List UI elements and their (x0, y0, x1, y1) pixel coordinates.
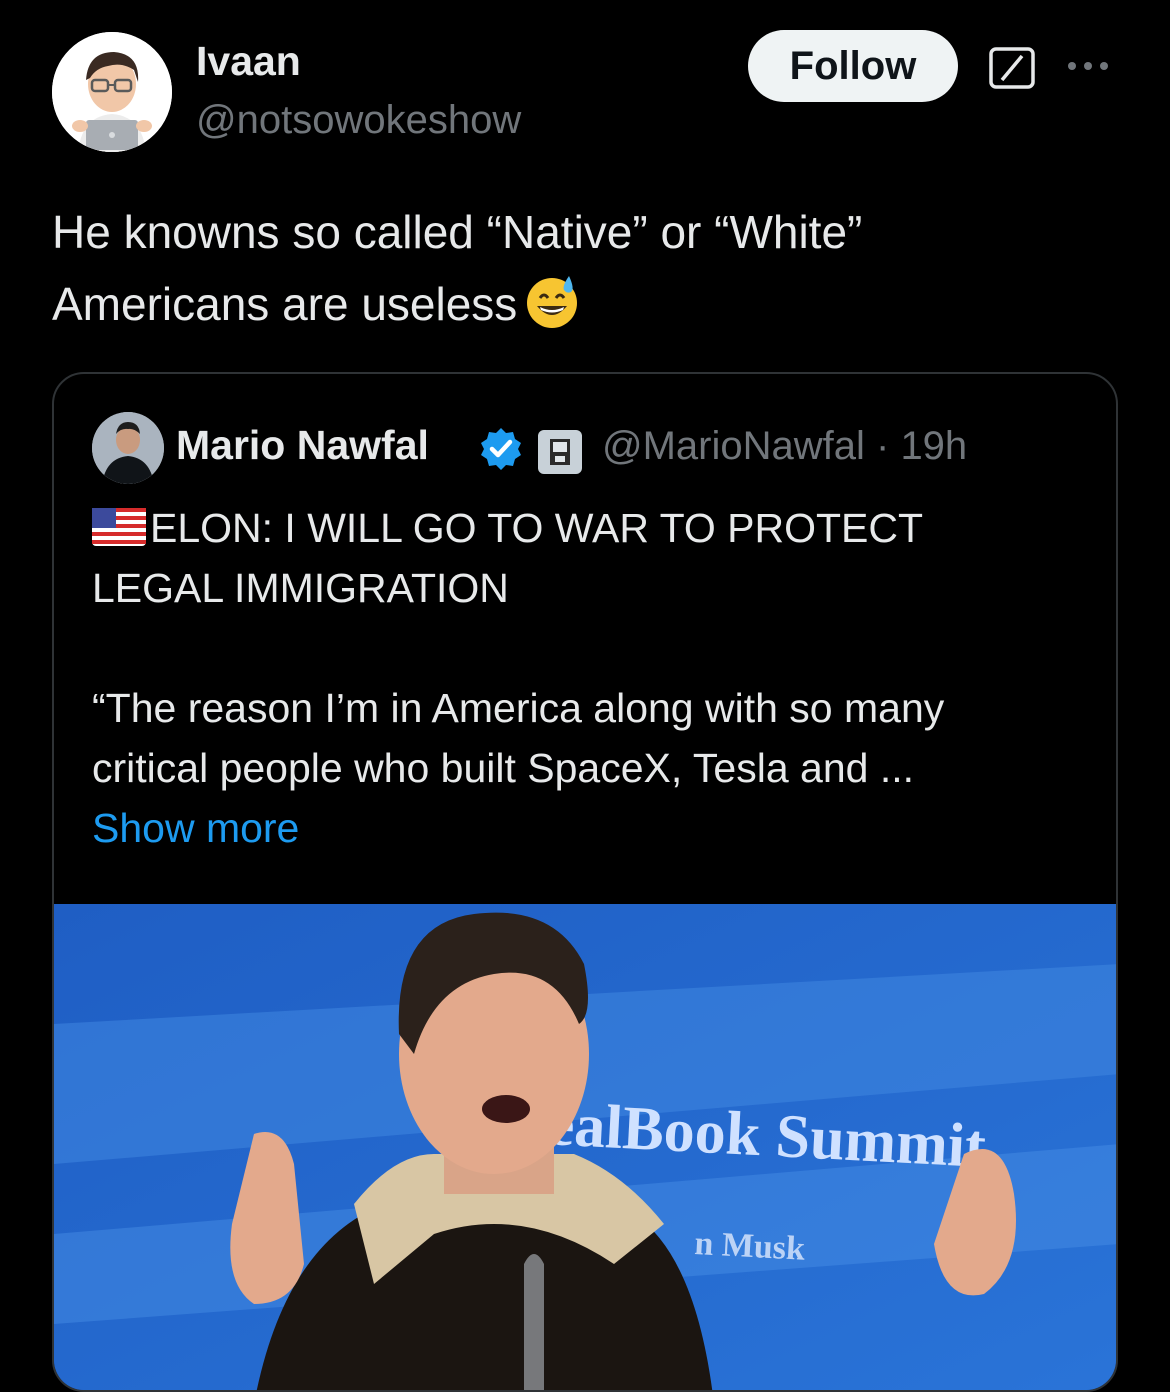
grinning-sweat-emoji-icon (523, 272, 581, 330)
tweet-text: He knowns so called “Native” or “White” … (52, 196, 1132, 340)
body-line: “The reason I’m in America along with so… (92, 685, 945, 731)
affiliate-badge-icon[interactable] (538, 430, 582, 474)
grok-icon[interactable] (988, 46, 1036, 90)
quoted-author-handle-time[interactable]: @MarioNawfal · 19h (602, 424, 967, 469)
media-sign-subtext: n Musk (694, 1225, 806, 1268)
tweet-text-line: Americans are useless (52, 268, 1132, 340)
quoted-tweet-body: ELON: I WILL GO TO WAR TO PROTECT LEGAL … (92, 498, 1092, 858)
show-more-link[interactable]: Show more (92, 798, 1092, 858)
verified-badge-icon[interactable] (478, 426, 524, 472)
headline-line: LEGAL IMMIGRATION (92, 565, 509, 611)
author-handle[interactable]: @notsowokeshow (196, 98, 521, 143)
author-avatar[interactable] (52, 32, 172, 152)
follow-button[interactable]: Follow (748, 30, 958, 102)
author-display-name[interactable]: Ivaan (196, 38, 301, 85)
quoted-author-name[interactable]: Mario Nawfal (176, 422, 429, 469)
quoted-tweet-media[interactable]: ealBook Summit n Musk (54, 904, 1116, 1390)
tweet-text-span: Americans are useless (52, 278, 518, 330)
tweet-text-line: He knowns so called “Native” or “White” (52, 206, 863, 258)
more-dots-icon[interactable] (1064, 56, 1112, 76)
tweet-header: Ivaan @notsowokeshow Follow (0, 0, 1170, 170)
body-line: critical people who built SpaceX, Tesla … (92, 745, 915, 791)
us-flag-icon (92, 502, 146, 546)
memoji-avatar-icon (52, 32, 172, 152)
headline-text: ELON: I WILL GO TO WAR TO PROTECT (150, 505, 924, 551)
quoted-tweet-card[interactable]: Mario Nawfal @MarioNawfal · 19h ELON: I … (52, 372, 1118, 1392)
quoted-author-avatar[interactable] (92, 412, 164, 484)
headline-line: ELON: I WILL GO TO WAR TO PROTECT (92, 498, 1092, 558)
